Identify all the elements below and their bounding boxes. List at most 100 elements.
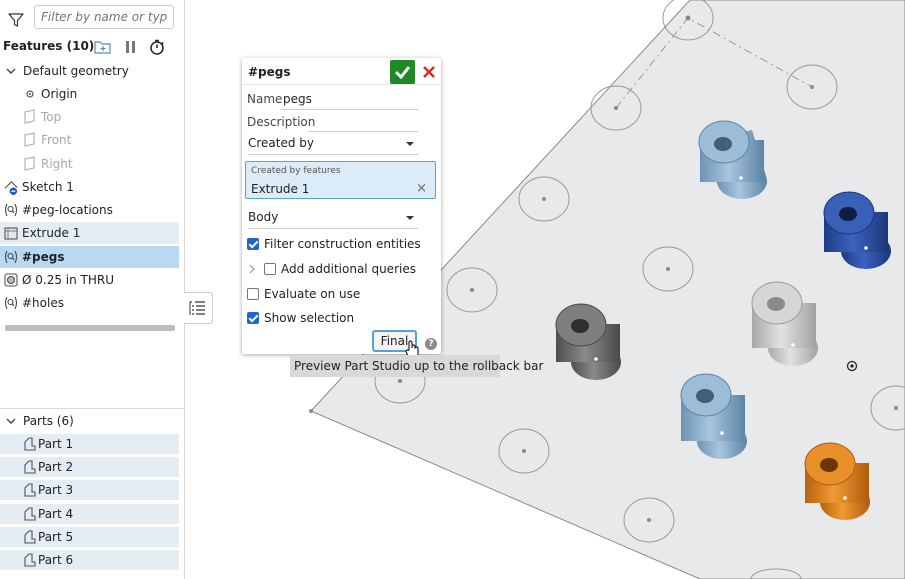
option-label: Filter construction entities (264, 237, 421, 251)
feature-list-toggle[interactable] (184, 292, 213, 324)
part-icon (24, 507, 36, 521)
filter-construction-option[interactable]: Filter construction entities (247, 236, 421, 252)
tree-feature-holes[interactable]: #holes (0, 292, 179, 314)
show-selection-option[interactable]: Show selection (247, 310, 354, 326)
plane-icon (24, 109, 35, 124)
part-icon (24, 460, 36, 474)
option-label: Show selection (264, 311, 355, 325)
list-icon (189, 301, 205, 315)
origin-label: Origin (41, 87, 78, 101)
part-label: Part 3 (38, 483, 74, 497)
description-label: Description (247, 115, 316, 129)
entity-type-value: Body (248, 210, 279, 224)
filter-construction-checkbox[interactable] (247, 238, 259, 250)
add-queries-checkbox[interactable] (264, 263, 276, 275)
evaluate-on-use-checkbox[interactable] (247, 288, 259, 300)
part-label: Part 1 (38, 437, 74, 451)
filter-input[interactable] (34, 5, 174, 29)
help-icon[interactable]: ? (425, 338, 437, 350)
part-icon (24, 530, 36, 544)
tree-feature-extrude[interactable]: Extrude 1 (0, 222, 179, 244)
part-icon (24, 483, 36, 497)
remove-icon[interactable]: × (416, 181, 427, 196)
extrude-icon (4, 227, 18, 240)
feature-label: Ø 0.25 in THRU (22, 273, 115, 287)
stopwatch-icon[interactable] (149, 39, 165, 55)
part-label: Part 5 (38, 530, 74, 544)
query-variable-icon (4, 203, 18, 217)
chevron-right-icon[interactable] (247, 262, 259, 276)
query-variable-icon (4, 250, 18, 264)
tree-feature-sketch[interactable]: Sketch 1 (0, 176, 179, 198)
features-header: Features (10) (3, 39, 181, 55)
entity-type-select[interactable]: Body (248, 208, 418, 229)
plane-top-label: Top (41, 110, 62, 124)
part-icon (24, 437, 36, 451)
caret-down-icon (406, 142, 414, 146)
name-field[interactable]: pegs (283, 92, 312, 106)
title-divider (242, 84, 441, 85)
caret-down-icon (406, 216, 414, 220)
feature-panel: Features (10) Default geometry Origin To… (0, 0, 185, 579)
tooltip: Preview Part Studio up to the rollback b… (290, 355, 543, 377)
name-field-underline (280, 109, 418, 110)
tree-feature-pegs[interactable]: #pegs (0, 246, 179, 268)
tree-origin[interactable]: Origin (0, 83, 179, 105)
name-label: Name (247, 92, 283, 106)
part-item[interactable]: Part 2 (0, 457, 179, 478)
add-queries-option[interactable]: Add additional queries (247, 261, 416, 277)
filter-icon[interactable] (8, 12, 24, 28)
dialog-title: #pegs (248, 65, 291, 79)
tree-feature-hole[interactable]: Ø 0.25 in THRU (0, 269, 179, 291)
plane-icon (24, 132, 35, 147)
part-label: Part 4 (38, 507, 74, 521)
plane-right-label: Right (41, 157, 73, 171)
hole-icon (4, 273, 18, 287)
accept-button[interactable] (390, 60, 415, 84)
tree-feature-peg-locations[interactable]: #peg-locations (0, 199, 179, 221)
part-item[interactable]: Part 4 (0, 504, 179, 525)
show-selection-checkbox[interactable] (247, 312, 259, 324)
feature-label: #peg-locations (22, 203, 113, 217)
sketch-icon (4, 181, 18, 195)
tree-plane-top[interactable]: Top (0, 106, 179, 128)
part-label: Part 2 (38, 460, 74, 474)
part-item[interactable]: Part 1 (0, 434, 179, 455)
evaluate-on-use-option[interactable]: Evaluate on use (247, 286, 360, 302)
panel-divider[interactable] (0, 408, 184, 409)
parts-header[interactable]: Parts (6) (0, 410, 179, 432)
close-icon (423, 66, 435, 78)
tree-plane-front[interactable]: Front (0, 129, 179, 151)
default-geometry-label: Default geometry (23, 64, 129, 78)
chevron-down-icon[interactable] (3, 63, 19, 79)
filter-row (0, 4, 184, 32)
option-label: Add additional queries (281, 262, 416, 276)
features-title: Features (10) (3, 39, 95, 53)
part-item[interactable]: Part 3 (0, 480, 179, 501)
plane-front-label: Front (41, 133, 72, 147)
plane-icon (24, 156, 35, 171)
part-label: Part 6 (38, 553, 74, 567)
add-folder-icon[interactable] (94, 39, 112, 55)
tree-default-geometry[interactable]: Default geometry (0, 60, 179, 82)
pause-icon[interactable] (124, 39, 138, 55)
query-variable-dialog: #pegs Name pegs Description Created by C… (242, 58, 441, 354)
tree-plane-right[interactable]: Right (0, 153, 179, 175)
created-by-features-box[interactable]: Created by features Extrude 1 × (245, 161, 436, 199)
origin-icon (26, 90, 34, 98)
part-item[interactable]: Part 5 (0, 527, 179, 548)
cancel-button[interactable] (419, 62, 439, 82)
part-item[interactable]: Part 6 (0, 550, 179, 571)
checkmark-icon (394, 66, 411, 80)
query-box-value: Extrude 1 (251, 182, 310, 196)
query-box-label: Created by features (251, 166, 341, 176)
option-label: Evaluate on use (264, 287, 361, 301)
feature-list-scrollbar[interactable] (5, 325, 175, 331)
description-field[interactable] (308, 131, 418, 132)
feature-label: #holes (22, 296, 64, 310)
query-variable-icon (4, 296, 18, 310)
parts-title: Parts (6) (23, 414, 74, 428)
chevron-down-icon[interactable] (3, 413, 19, 429)
part-icon (24, 553, 36, 567)
query-type-select[interactable]: Created by (248, 134, 418, 155)
